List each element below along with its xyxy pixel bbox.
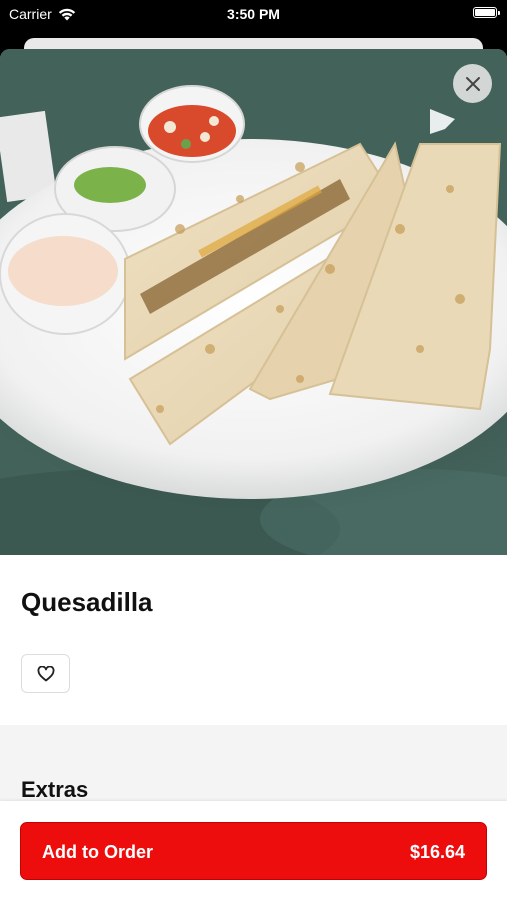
add-to-order-button[interactable]: Add to Order $16.64 xyxy=(20,822,487,880)
quesadilla-photo xyxy=(0,49,507,555)
item-title: Quesadilla xyxy=(21,587,153,617)
item-detail-sheet: Quesadilla Extras Add to Order $16.64 xyxy=(0,49,507,900)
close-icon xyxy=(465,76,480,91)
favorite-button[interactable] xyxy=(21,654,70,693)
add-to-order-label: Add to Order xyxy=(42,842,153,862)
extras-heading: Extras xyxy=(21,777,89,802)
battery-icon xyxy=(473,7,500,18)
item-photo xyxy=(0,49,507,555)
heart-icon xyxy=(37,665,54,681)
close-button[interactable] xyxy=(453,64,492,103)
order-price: $16.64 xyxy=(409,842,465,862)
status-bar: Carrier 3:50 PM xyxy=(0,0,507,28)
status-time: 3:50 PM xyxy=(227,6,280,22)
order-footer: Add to Order $16.64 xyxy=(0,801,507,900)
